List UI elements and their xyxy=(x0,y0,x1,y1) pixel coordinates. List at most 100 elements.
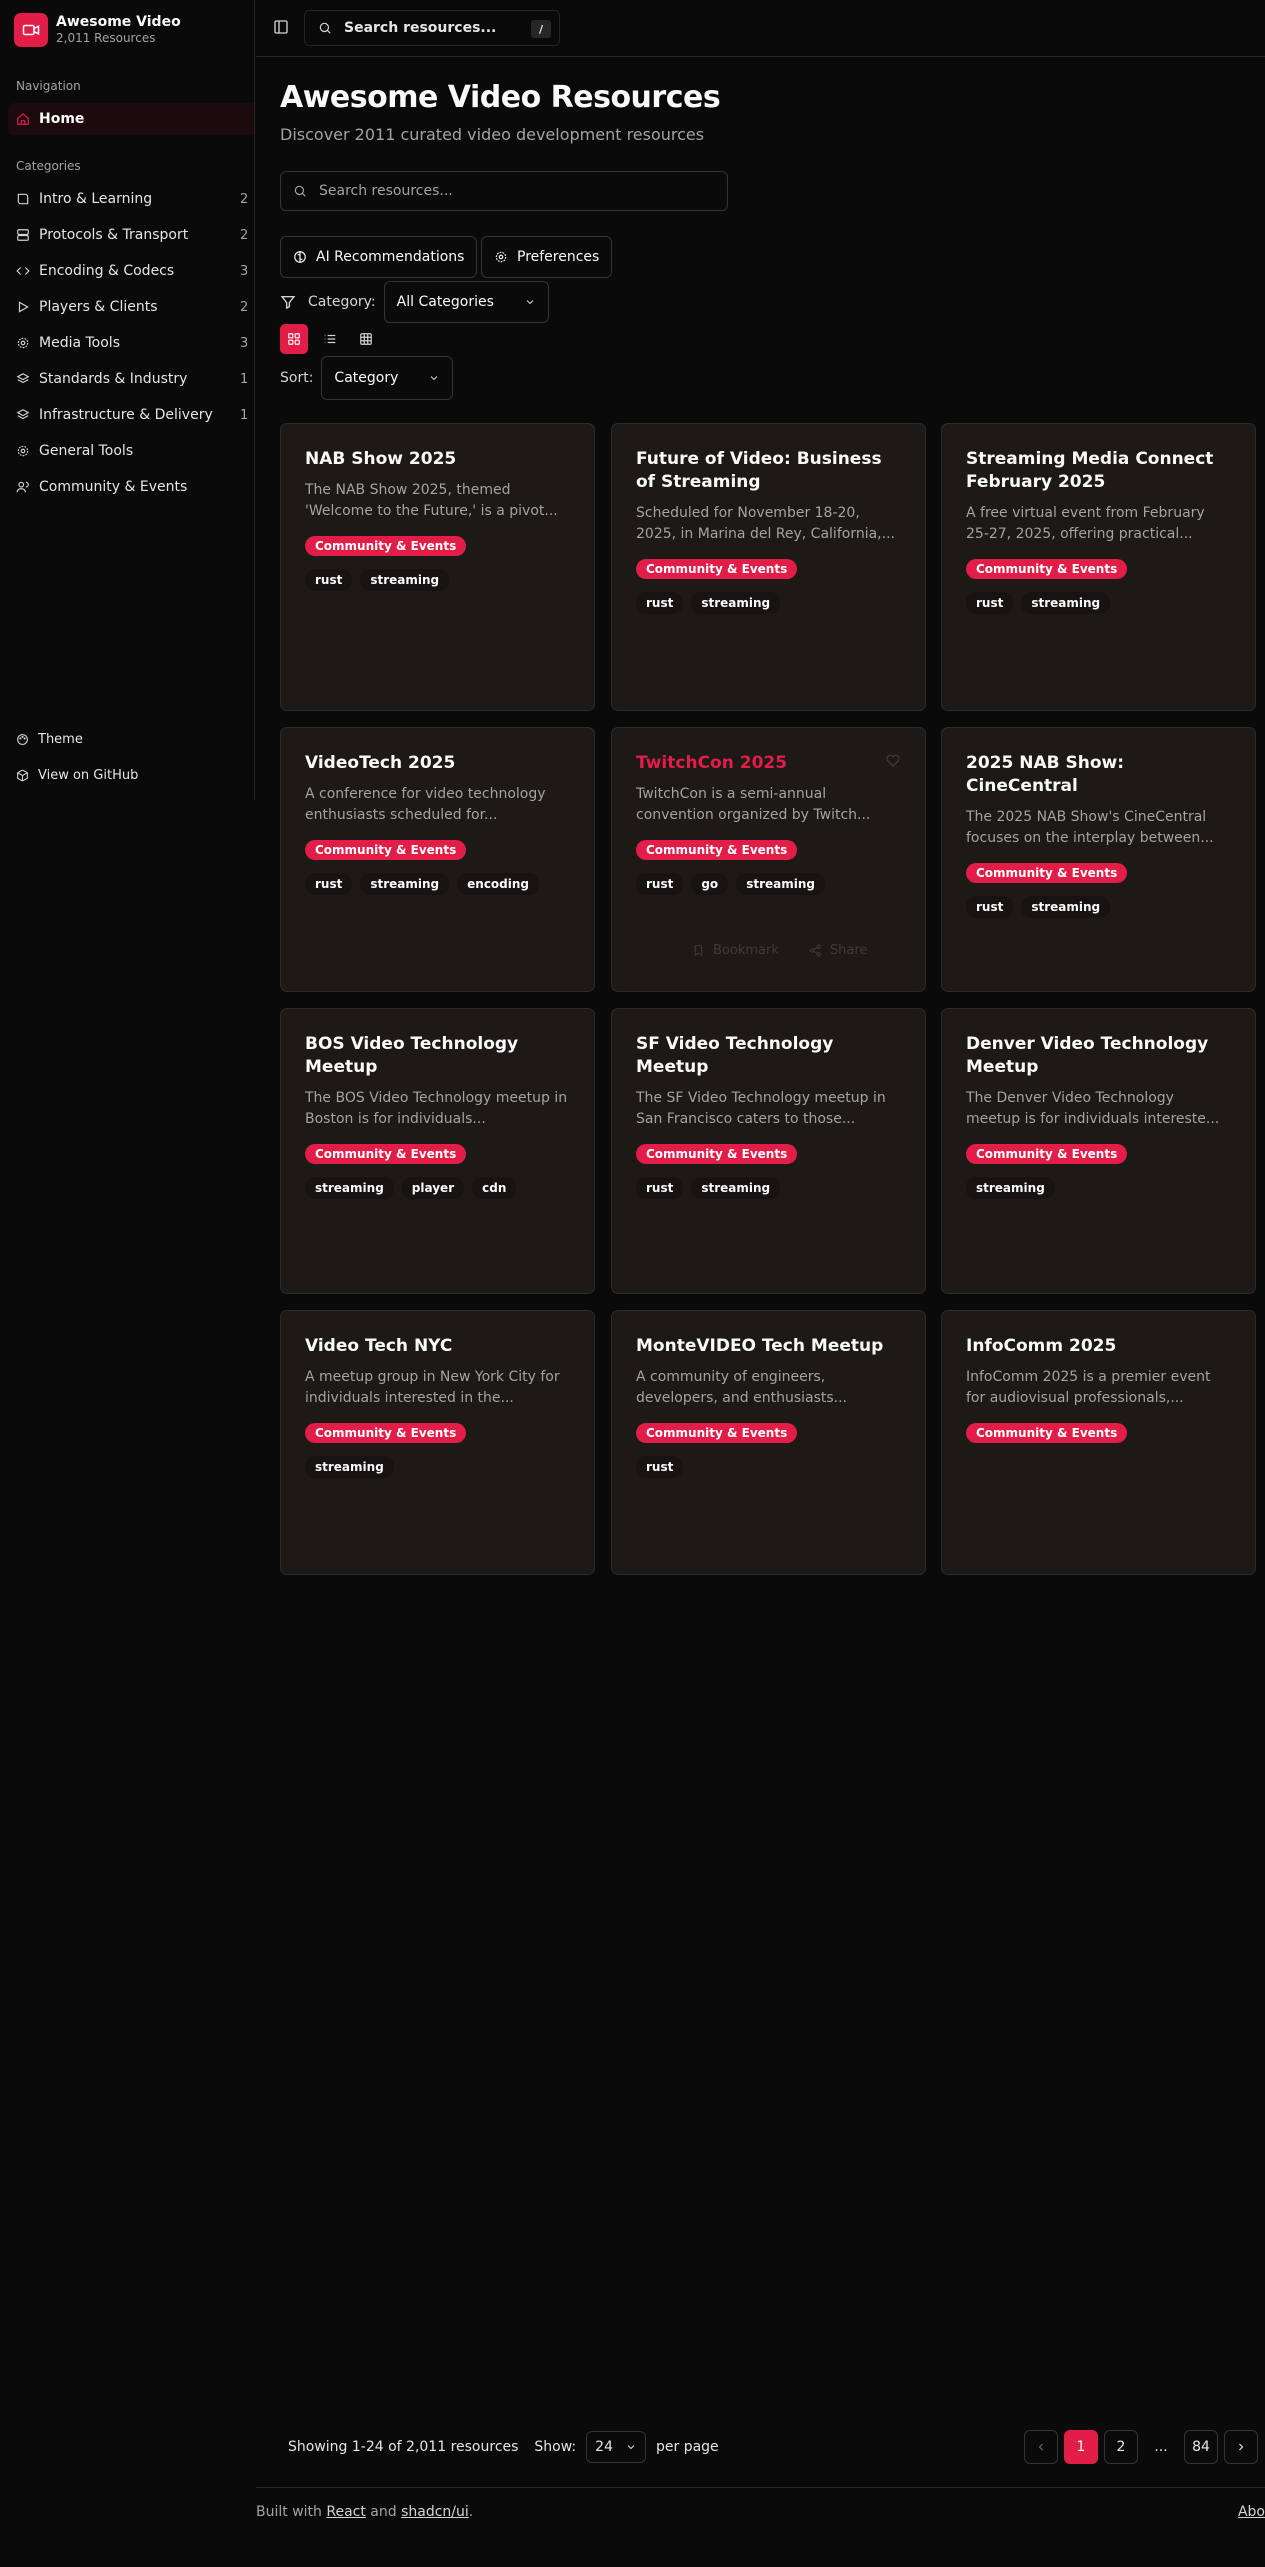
resource-card[interactable]: Denver Video Technology Meetup The Denve… xyxy=(941,1008,1256,1294)
footer-and: and xyxy=(370,2504,397,2520)
tag: rust xyxy=(305,569,353,591)
search-input[interactable]: Search resources... xyxy=(280,171,728,211)
next-page-button[interactable] xyxy=(1224,2430,1258,2464)
card-title[interactable]: SF Video Technology Meetup xyxy=(636,1033,901,1079)
card-title[interactable]: 2025 NAB Show: CineCentral xyxy=(966,752,1231,798)
tag: rust xyxy=(636,592,684,614)
resource-card[interactable]: TwitchCon 2025 TwitchCon is a semi-annua… xyxy=(611,727,926,992)
table-view-button[interactable] xyxy=(352,324,380,354)
tag: streaming xyxy=(305,1456,394,1478)
resource-card[interactable]: NAB Show 2025 The NAB Show 2025, themed … xyxy=(280,423,595,711)
tag: streaming xyxy=(691,1177,781,1199)
previous-page-button[interactable] xyxy=(1024,2430,1058,2464)
heart-icon[interactable] xyxy=(885,752,901,768)
category-badge: Community & Events xyxy=(305,536,467,556)
chevron-right-icon xyxy=(1239,2443,1244,2451)
list-view-button[interactable] xyxy=(316,324,344,354)
card-title[interactable]: MonteVIDEO Tech Meetup xyxy=(636,1335,901,1358)
grid-view-button[interactable] xyxy=(280,324,308,354)
bookmark-button[interactable]: Bookmark xyxy=(692,943,779,958)
preferences-button[interactable]: Preferences xyxy=(481,236,613,278)
card-description: A meetup group in New York City for indi… xyxy=(305,1369,560,1406)
sidebar-item-infrastructure-delivery[interactable]: Infrastructure & Delivery xyxy=(8,399,254,431)
resource-card[interactable]: InfoComm 2025 InfoComm 2025 is a premier… xyxy=(941,1310,1256,1575)
card-title[interactable]: InfoComm 2025 xyxy=(966,1335,1231,1358)
sidebar-item-label: Home xyxy=(39,111,85,127)
theme-button[interactable]: Theme xyxy=(8,724,254,754)
category-count: 3 xyxy=(240,336,249,351)
page-subtitle: Discover 2011 curated video development … xyxy=(280,125,705,144)
resource-card[interactable]: VideoTech 2025 A conference for video te… xyxy=(280,727,595,992)
sidebar-toggle-button[interactable] xyxy=(273,19,289,39)
resource-card[interactable]: Future of Video: Business of Streaming S… xyxy=(611,423,926,711)
resource-card[interactable]: Video Tech NYC A meetup group in New Yor… xyxy=(280,1310,595,1575)
category-badge: Community & Events xyxy=(305,1144,467,1164)
footer: Built with React and shadcn/ui. Abo xyxy=(256,2487,1265,2567)
bookmark-icon xyxy=(694,945,703,957)
share-button[interactable]: Share xyxy=(809,943,867,958)
card-title[interactable]: VideoTech 2025 xyxy=(305,752,570,775)
sidebar-item-home[interactable]: Home xyxy=(8,103,254,135)
card-title[interactable]: TwitchCon 2025 xyxy=(636,752,901,775)
grid-icon xyxy=(288,333,300,345)
resource-card[interactable]: SF Video Technology Meetup The SF Video … xyxy=(611,1008,926,1294)
tag: rust xyxy=(636,1456,684,1478)
sidebar-item-encoding-codecs[interactable]: Encoding & Codecs xyxy=(8,255,254,287)
resource-card[interactable]: BOS Video Technology Meetup The BOS Vide… xyxy=(280,1008,595,1294)
card-title[interactable]: NAB Show 2025 xyxy=(305,448,570,471)
video-camera-icon xyxy=(14,13,48,47)
resource-card[interactable]: 2025 NAB Show: CineCentral The 2025 NAB … xyxy=(941,727,1256,992)
package-icon xyxy=(17,768,28,782)
top-search-input[interactable]: Search resources... / xyxy=(304,10,560,46)
card-description: The SF Video Technology meetup in San Fr… xyxy=(636,1090,886,1127)
sidebar-item-standards-industry[interactable]: Standards & Industry xyxy=(8,363,254,395)
panel-left-icon xyxy=(274,20,288,34)
card-title[interactable]: BOS Video Technology Meetup xyxy=(305,1033,570,1079)
sidebar-item-community-events[interactable]: Community & Events xyxy=(8,471,254,503)
tag: streaming xyxy=(305,1177,394,1199)
ai-recommendations-button[interactable]: AI Recommendations xyxy=(280,236,478,278)
sidebar: Awesome Video 2,011 Resources Navigation… xyxy=(0,0,255,800)
sort-select[interactable]: Category xyxy=(321,356,454,400)
category-select[interactable]: All Categories xyxy=(383,281,549,323)
sidebar-item-media-tools[interactable]: Media Tools xyxy=(8,327,254,359)
card-title[interactable]: Video Tech NYC xyxy=(305,1335,570,1358)
page-button[interactable]: 1 xyxy=(1064,2430,1098,2464)
resource-card[interactable]: MonteVIDEO Tech Meetup A community of en… xyxy=(611,1310,926,1575)
tag: streaming xyxy=(691,592,781,614)
card-title[interactable]: Streaming Media Connect February 2025 xyxy=(966,448,1231,494)
sidebar-item-general-tools[interactable]: General Tools xyxy=(8,435,254,467)
sidebar-item-intro-learning[interactable]: Intro & Learning xyxy=(8,183,254,215)
page-button[interactable]: 84 xyxy=(1184,2430,1218,2464)
resource-card[interactable]: Streaming Media Connect February 2025 A … xyxy=(941,423,1256,711)
chevron-down-icon xyxy=(431,376,438,381)
theme-label: Theme xyxy=(38,731,83,747)
category-filter: Category: All Categories xyxy=(280,281,549,323)
code-icon xyxy=(16,267,30,275)
shadcn-link[interactable]: shadcn/ui xyxy=(401,2504,469,2520)
card-title[interactable]: Future of Video: Business of Streaming xyxy=(636,448,901,494)
category-badge: Community & Events xyxy=(636,840,798,860)
sidebar-item-protocols-transport[interactable]: Protocols & Transport xyxy=(8,219,254,251)
about-link[interactable]: Abo xyxy=(1238,2504,1265,2520)
brand[interactable]: Awesome Video 2,011 Resources xyxy=(14,13,181,47)
react-link[interactable]: React xyxy=(326,2504,365,2520)
category-badge: Community & Events xyxy=(966,1144,1128,1164)
tag: go xyxy=(691,873,729,895)
category-badge: Community & Events xyxy=(966,559,1128,579)
sidebar-item-players-clients[interactable]: Players & Clients xyxy=(8,291,254,323)
card-description: TwitchCon is a semi-annual convention or… xyxy=(636,786,871,823)
chevron-down-icon xyxy=(627,2445,635,2450)
page-buttons: 1 2 ... 84 xyxy=(1024,2430,1258,2464)
card-description: A free virtual event from February 25-27… xyxy=(966,505,1205,542)
per-page-select[interactable]: 24 xyxy=(586,2431,646,2463)
tag: cdn xyxy=(472,1177,517,1199)
tag: rust xyxy=(636,873,684,895)
card-title[interactable]: Denver Video Technology Meetup xyxy=(966,1033,1231,1079)
shortcut-key: / xyxy=(531,20,551,38)
page-ellipsis: ... xyxy=(1154,2439,1168,2455)
github-link[interactable]: View on GitHub xyxy=(8,760,254,790)
server-icon xyxy=(17,229,29,241)
page-button[interactable]: 2 xyxy=(1104,2430,1138,2464)
tag: rust xyxy=(636,1177,684,1199)
